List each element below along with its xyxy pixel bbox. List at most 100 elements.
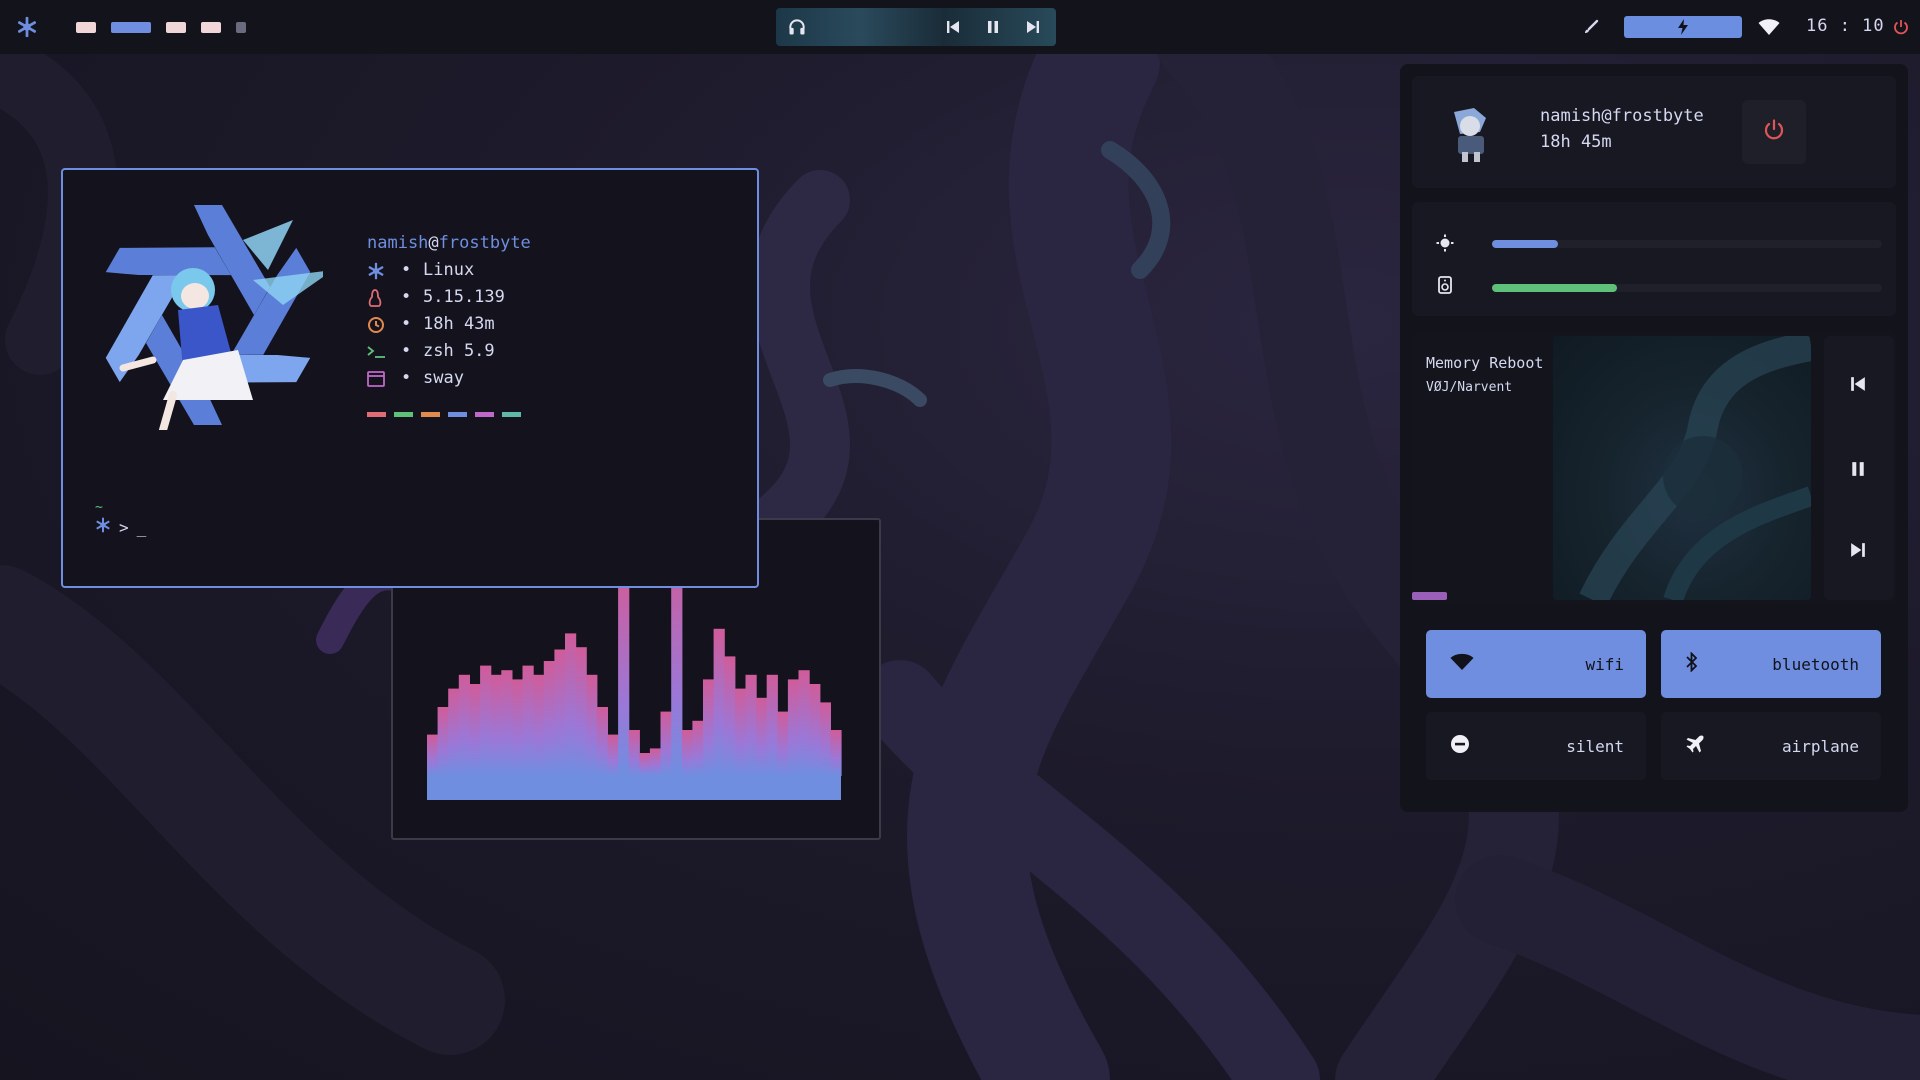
visualizer-bar xyxy=(649,748,662,776)
visualizer-bar xyxy=(681,730,693,776)
nixos-icon xyxy=(95,517,111,537)
music-progress-bar[interactable] xyxy=(1412,592,1447,600)
color-swatch xyxy=(421,412,440,417)
brush-icon[interactable] xyxy=(1580,16,1602,38)
headphones-icon xyxy=(786,16,808,38)
visualizer-bar xyxy=(490,674,502,776)
battery-indicator xyxy=(1624,16,1742,38)
prompt-directory: ~ xyxy=(95,500,103,515)
visualizer-bar xyxy=(586,674,598,776)
fetch-shell-value: zsh 5.9 xyxy=(423,341,495,361)
power-icon xyxy=(1763,119,1785,145)
sliders-card xyxy=(1412,202,1896,316)
nixos-icon[interactable] xyxy=(14,14,40,40)
fetch-bullet: • xyxy=(401,260,412,280)
shell-prompt[interactable]: ~ > _ xyxy=(95,500,146,537)
airplane-toggle-label: airplane xyxy=(1781,736,1859,756)
brightness-icon xyxy=(1436,234,1454,256)
album-art xyxy=(1553,336,1811,600)
visualizer-bar xyxy=(565,633,577,776)
visualizer-bar xyxy=(607,734,619,776)
bluetooth-toggle[interactable]: bluetooth xyxy=(1661,630,1881,698)
visualizer-bar xyxy=(437,707,449,776)
fetch-row-shell: • zsh 5.9 xyxy=(367,338,531,365)
fetch-kernel-value: 5.15.139 xyxy=(423,287,505,307)
song-artist: VØJ/Narvent xyxy=(1426,380,1513,395)
uptime-icon xyxy=(367,316,401,334)
visualizer-bar xyxy=(427,734,439,776)
visualizer-bar xyxy=(596,707,608,776)
shell-icon xyxy=(367,345,401,359)
visualizer-base xyxy=(427,776,841,800)
visualizer-bar xyxy=(618,573,630,776)
next-icon[interactable] xyxy=(1850,542,1866,562)
wifi-icon[interactable] xyxy=(1756,14,1782,40)
visualizer-bar xyxy=(448,688,460,776)
visualizer-bar xyxy=(639,753,651,776)
fetch-at: @ xyxy=(428,233,439,253)
fetch-row-os: • Linux xyxy=(367,257,531,284)
fetch-bullet: • xyxy=(401,314,412,334)
visualizer-bar xyxy=(766,674,778,776)
user-uptime: 18h 45m xyxy=(1540,132,1612,152)
fetch-bullet: • xyxy=(401,287,412,307)
fetch-row-wm: • sway xyxy=(367,365,531,392)
visualizer-bar xyxy=(798,670,810,776)
fetch-bullet: • xyxy=(401,341,412,361)
fetch-username: namish xyxy=(367,233,429,253)
bar-media-controls xyxy=(776,8,1056,46)
visualizer-bar xyxy=(692,720,704,776)
fetch-info: namish @ frostbyte • Linux • 5.15.139 • 18… xyxy=(367,230,531,417)
bolt-icon xyxy=(1674,18,1692,36)
workspace-5[interactable] xyxy=(236,22,246,33)
visualizer-bar xyxy=(501,670,513,776)
wifi-toggle[interactable]: wifi xyxy=(1426,630,1646,698)
silent-toggle[interactable]: silent xyxy=(1426,712,1646,780)
visualizer-bar xyxy=(511,679,524,776)
pause-icon[interactable] xyxy=(1850,460,1866,482)
wifi-toggle-label: wifi xyxy=(1585,654,1624,674)
power-button[interactable] xyxy=(1742,100,1806,164)
visualizer-bar xyxy=(480,665,492,776)
text-cursor: _ xyxy=(136,517,147,537)
volume-slider[interactable] xyxy=(1492,284,1882,292)
visualizer-bar xyxy=(660,711,672,776)
wm-icon xyxy=(367,370,401,387)
airplane-toggle[interactable]: airplane xyxy=(1661,712,1881,780)
terminal-window[interactable]: namish @ frostbyte • Linux • 5.15.139 • 18… xyxy=(61,168,759,588)
workspace-2[interactable] xyxy=(111,22,151,33)
visualizer-bar xyxy=(713,628,725,776)
workspace-4[interactable] xyxy=(201,22,221,33)
pause-icon[interactable] xyxy=(984,18,1002,36)
workspace-1[interactable] xyxy=(76,22,96,33)
power-icon[interactable] xyxy=(1890,16,1912,38)
fetch-uptime-value: 18h 43m xyxy=(423,314,495,334)
visualizer-bar xyxy=(522,665,534,776)
silent-icon xyxy=(1450,734,1470,758)
airplane-icon xyxy=(1685,734,1705,758)
visualizer-bar xyxy=(756,697,768,776)
top-bar: 16 : 10 xyxy=(0,0,1920,54)
fetch-os-value: Linux xyxy=(423,260,475,280)
next-icon[interactable] xyxy=(1024,18,1042,36)
visualizer-bar xyxy=(575,647,587,776)
color-swatch xyxy=(394,412,413,417)
visualizer-bar xyxy=(734,688,746,776)
previous-icon[interactable] xyxy=(944,18,962,36)
color-swatch xyxy=(475,412,494,417)
visualizer-bar xyxy=(703,679,715,776)
visualizer-bar xyxy=(458,674,470,776)
previous-icon[interactable] xyxy=(1850,376,1866,396)
color-swatch xyxy=(502,412,521,417)
color-swatch xyxy=(367,412,386,417)
brightness-slider-fill xyxy=(1492,240,1558,248)
workspace-3[interactable] xyxy=(166,22,186,33)
brightness-slider[interactable] xyxy=(1492,240,1882,248)
user-card: namish@frostbyte 18h 45m xyxy=(1412,76,1896,188)
visualizer-bar xyxy=(533,674,545,776)
clock: 16 : 10 xyxy=(1806,16,1885,36)
color-swatch xyxy=(448,412,467,417)
visualizer-bar xyxy=(469,684,481,776)
fetch-row-uptime: • 18h 43m xyxy=(367,311,531,338)
fetch-wm-value: sway xyxy=(423,368,464,388)
